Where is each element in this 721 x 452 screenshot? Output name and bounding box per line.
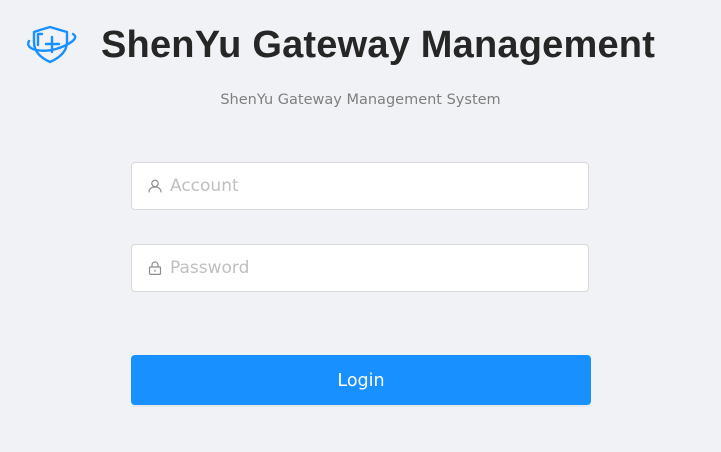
password-input[interactable] (170, 245, 570, 291)
lock-icon (148, 261, 162, 275)
page-subtitle: ShenYu Gateway Management System (220, 92, 501, 108)
user-icon (148, 179, 162, 193)
page-header: ShenYu Gateway Management (0, 0, 721, 90)
shield-plus-icon (26, 25, 77, 64)
page-title: ShenYu Gateway Management (101, 24, 656, 66)
login-button[interactable]: Login (131, 355, 591, 405)
account-field[interactable] (131, 162, 589, 210)
password-field[interactable] (131, 244, 589, 292)
account-input[interactable] (170, 163, 570, 209)
